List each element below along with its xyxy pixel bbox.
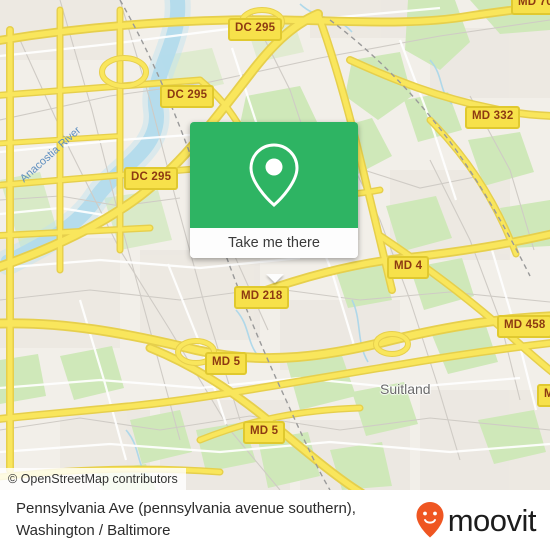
- popup-card-pointer: [266, 274, 284, 283]
- popup-card-header: [190, 122, 358, 228]
- moovit-logo[interactable]: moovit: [415, 501, 537, 539]
- moovit-wordmark: moovit: [447, 502, 537, 538]
- road-shield-md-218[interactable]: MD 218: [234, 286, 290, 309]
- road-shield-md-4[interactable]: MD 4: [387, 256, 430, 279]
- map-attribution: © OpenStreetMap contributors: [0, 468, 186, 490]
- screenshot-root: Anacostia River Suitland DC 295 DC 295 M…: [0, 0, 550, 550]
- take-me-there-label: Take me there: [228, 235, 320, 251]
- page-footer: Pennsylvania Ave (pennsylvania avenue so…: [0, 490, 550, 550]
- road-shield-dc-295-top[interactable]: DC 295: [228, 18, 283, 41]
- place-label-suitland: Suitland: [380, 381, 431, 397]
- road-shield-md-partial-right[interactable]: MD: [537, 384, 550, 407]
- location-title: Pennsylvania Ave (pennsylvania avenue so…: [16, 498, 356, 542]
- location-title-line1: Pennsylvania Ave (pennsylvania avenue so…: [16, 500, 356, 518]
- map-canvas[interactable]: Anacostia River Suitland DC 295 DC 295 M…: [0, 0, 550, 490]
- road-shield-md-332[interactable]: MD 332: [465, 106, 521, 129]
- road-shield-dc-295-upper[interactable]: DC 295: [160, 85, 215, 108]
- road-shield-dc-295-left[interactable]: DC 295: [124, 167, 179, 190]
- moovit-pin-icon: [416, 502, 444, 538]
- road-shield-md-5-lower[interactable]: MD 5: [243, 421, 286, 444]
- road-shield-md-704[interactable]: MD 704: [511, 0, 550, 15]
- attribution-text: © OpenStreetMap contributors: [8, 472, 178, 486]
- destination-popup-card[interactable]: Take me there: [190, 122, 358, 283]
- road-shield-md-458[interactable]: MD 458: [497, 315, 550, 338]
- map-pin-icon: [249, 143, 299, 207]
- location-title-line2: Washington / Baltimore: [16, 522, 171, 539]
- road-shield-md-5-upper[interactable]: MD 5: [205, 352, 248, 375]
- popup-card-footer[interactable]: Take me there: [190, 228, 358, 258]
